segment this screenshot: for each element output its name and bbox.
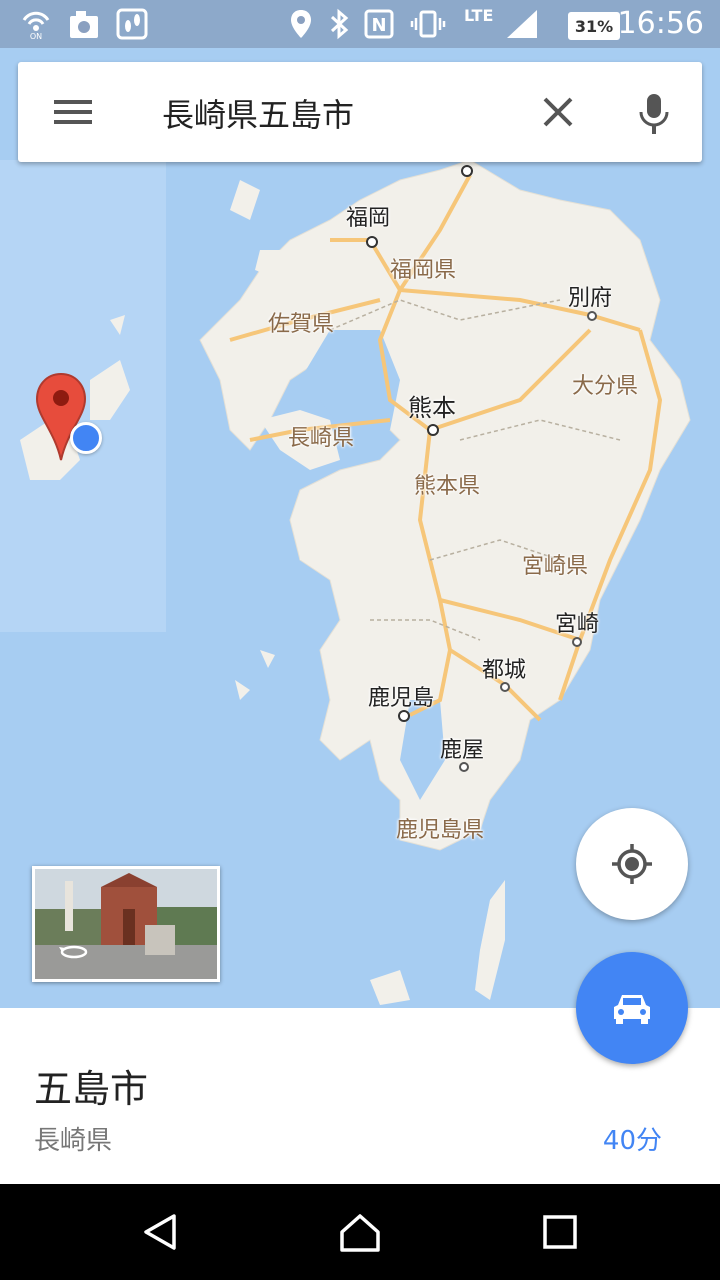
footsteps-icon xyxy=(114,8,150,40)
place-subtitle: 長崎県 xyxy=(34,1126,113,1156)
search-bar[interactable]: 長崎県五島市 xyxy=(18,62,702,162)
navigation-bar xyxy=(0,1184,720,1280)
recents-icon[interactable] xyxy=(536,1208,584,1256)
signal-icon xyxy=(504,8,540,40)
network-type: LTE xyxy=(464,6,494,25)
place-title: 五島市 xyxy=(34,1067,149,1111)
drive-time[interactable]: 40分 xyxy=(603,1120,662,1157)
car-icon xyxy=(614,995,650,1024)
city-dot-beppu xyxy=(587,311,597,321)
pref-label-nagasaki[interactable]: 長崎県 xyxy=(288,420,354,452)
directions-button[interactable] xyxy=(576,952,688,1064)
svg-text:N: N xyxy=(371,15,386,36)
city-dot-kumamoto xyxy=(427,424,439,436)
city-dot-kagoshima xyxy=(398,710,410,722)
status-bar: ON N LTE 31% 16:56 xyxy=(0,0,720,48)
location-icon xyxy=(286,8,316,40)
bluetooth-icon xyxy=(324,8,354,40)
pref-label-oita[interactable]: 大分県 xyxy=(572,368,638,400)
mic-icon[interactable] xyxy=(636,92,672,136)
pref-label-kumamoto[interactable]: 熊本県 xyxy=(414,468,480,500)
battery-indicator: 31% xyxy=(568,12,620,40)
pref-label-fukuoka[interactable]: 福岡県 xyxy=(390,252,456,284)
city-dot-miyakonojo xyxy=(500,682,510,692)
camera-icon xyxy=(66,8,102,40)
search-query[interactable]: 長崎県五島市 xyxy=(162,90,354,136)
city-dot-fukuoka xyxy=(366,236,378,248)
city-label-miyazaki[interactable]: 宮崎 xyxy=(555,606,599,638)
city-dot-kanoya xyxy=(459,762,469,772)
status-clock: 16:56 xyxy=(617,6,704,41)
current-location-dot-icon xyxy=(70,422,102,454)
menu-icon[interactable] xyxy=(54,98,94,126)
pref-label-saga[interactable]: 佐賀県 xyxy=(268,306,334,338)
my-location-icon xyxy=(612,844,652,884)
home-icon[interactable] xyxy=(336,1208,384,1256)
city-label-miyakonojo[interactable]: 都城 xyxy=(482,652,526,684)
360-rotate-icon xyxy=(59,943,89,965)
city-label-fukuoka[interactable]: 福岡 xyxy=(346,200,390,232)
svg-text:ON: ON xyxy=(30,32,42,40)
back-icon[interactable] xyxy=(136,1208,184,1256)
close-icon[interactable] xyxy=(540,94,576,130)
city-dot-north xyxy=(461,165,473,177)
city-label-kagoshima[interactable]: 鹿児島 xyxy=(368,680,434,712)
streetview-thumbnail[interactable] xyxy=(32,866,220,982)
my-location-button[interactable] xyxy=(576,808,688,920)
vibrate-icon xyxy=(408,8,448,40)
city-label-kanoya[interactable]: 鹿屋 xyxy=(440,732,484,764)
city-label-beppu[interactable]: 別府 xyxy=(568,280,612,312)
city-label-kumamoto[interactable]: 熊本 xyxy=(408,388,456,423)
nfc-icon: N xyxy=(362,8,396,40)
pref-label-miyazaki[interactable]: 宮崎県 xyxy=(522,548,588,580)
city-dot-miyazaki xyxy=(572,637,582,647)
pref-label-kagoshima[interactable]: 鹿児島県 xyxy=(396,812,484,844)
wifi-calling-icon: ON xyxy=(18,8,54,40)
